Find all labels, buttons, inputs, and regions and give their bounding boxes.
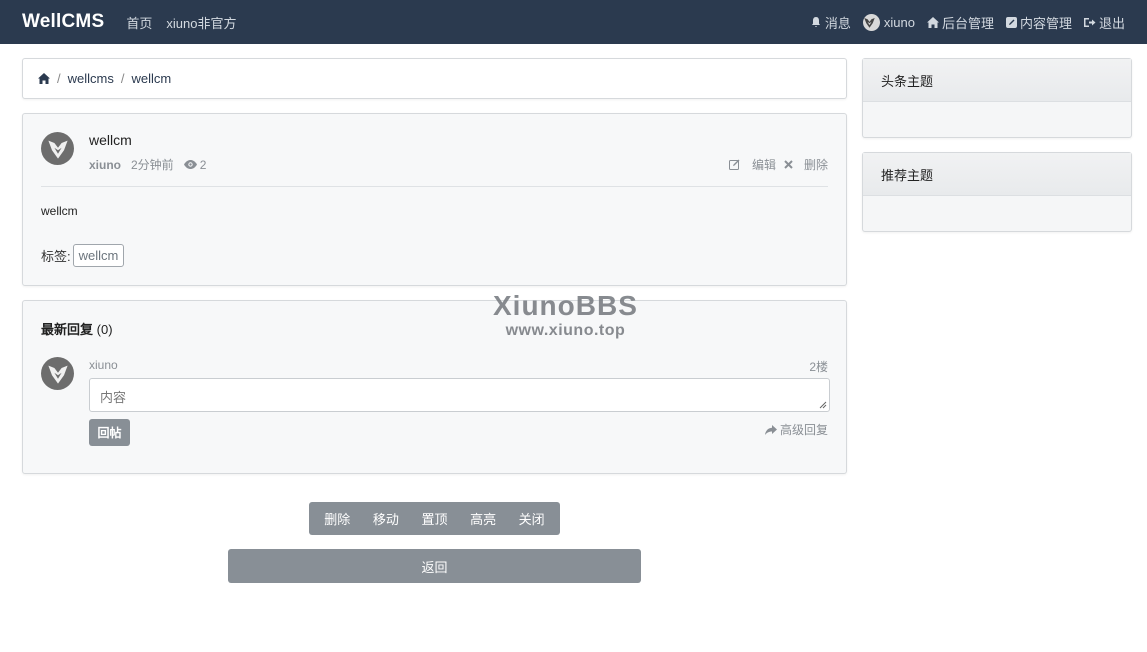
mod-pin-button[interactable]: 置顶 [421, 509, 447, 528]
post-card: wellcm xiuno 2分钟前 2 编辑 删除 wellcm 标签: wel… [22, 113, 847, 286]
post-divider [41, 186, 828, 187]
home-icon[interactable] [38, 73, 50, 84]
share-arrow-icon [764, 424, 777, 435]
breadcrumb: / wellcms / wellcm [22, 58, 847, 99]
sign-out-icon [1083, 17, 1096, 27]
delete-button[interactable]: 删除 [784, 156, 828, 173]
post-body: wellcm [41, 204, 78, 218]
close-icon [784, 160, 793, 169]
back-button[interactable]: 返回 [228, 549, 641, 583]
post-title: wellcm [89, 132, 132, 148]
mod-close-button[interactable]: 关闭 [519, 509, 545, 528]
edit-label: 编辑 [751, 158, 776, 172]
tag-item[interactable]: wellcm [72, 244, 125, 267]
nav-messages[interactable]: 消息 [810, 13, 851, 32]
breadcrumb-item-wellcm[interactable]: wellcm [131, 71, 171, 86]
breadcrumb-separator: / [57, 71, 61, 86]
brand-logo[interactable]: WellCMS [22, 11, 104, 33]
reply-title-label: 最新回复 [41, 322, 94, 337]
reply-section-title: 最新回复 (0) [41, 319, 113, 338]
bell-icon [811, 17, 820, 27]
submit-reply-button[interactable]: 回帖 [89, 419, 130, 446]
top-navbar: WellCMS 首页 xiuno非官方 消息 xiuno 后台管理 内容管理 退… [0, 0, 1147, 44]
post-actions: 编辑 删除 [721, 156, 828, 173]
reply-floor: 2楼 [809, 360, 828, 374]
reply-avatar[interactable] [41, 357, 74, 390]
nav-admin-label: 后台管理 [941, 15, 994, 31]
avatar-logo-icon [47, 365, 68, 384]
reply-placeholder: 内容 [100, 390, 127, 405]
sidebar-recommended-card: 推荐主题 [862, 152, 1132, 232]
home-icon [926, 16, 939, 28]
delete-label: 删除 [803, 158, 828, 172]
post-views-count: 2 [199, 157, 207, 172]
edit-square-icon [1005, 16, 1017, 28]
mod-move-button[interactable]: 移动 [373, 509, 399, 528]
advanced-reply-link[interactable]: 高级回复 [764, 421, 828, 438]
nav-home[interactable]: 首页 [126, 13, 152, 32]
reply-card: 最新回复 (0) xiuno 2楼 内容 回帖 高级回复 [22, 300, 847, 474]
sidebar-headline-card: 头条主题 [862, 58, 1132, 138]
author-avatar[interactable] [41, 132, 74, 165]
avatar-logo-icon [864, 17, 876, 28]
nav-logout-label: 退出 [1098, 15, 1125, 31]
post-author[interactable]: xiuno [89, 158, 121, 172]
user-avatar [862, 13, 880, 31]
sidebar-headline-title: 头条主题 [863, 59, 1131, 102]
eye-icon [183, 160, 197, 169]
breadcrumb-separator: / [120, 71, 125, 86]
nav-content-manage[interactable]: 内容管理 [1005, 13, 1072, 32]
advanced-reply-label: 高级回复 [779, 423, 828, 437]
post-views: 2 [183, 157, 207, 172]
nav-logout[interactable]: 退出 [1083, 13, 1125, 32]
mod-highlight-button[interactable]: 高亮 [470, 509, 496, 528]
nav-messages-label: 消息 [824, 15, 851, 31]
sidebar-recommended-title: 推荐主题 [863, 153, 1131, 196]
nav-content-manage-label: 内容管理 [1019, 15, 1072, 31]
nav-username: xiuno [883, 14, 915, 30]
post-time: 2分钟前 [131, 158, 174, 172]
edit-icon [728, 159, 740, 170]
breadcrumb-item-wellcms[interactable]: wellcms [68, 71, 114, 86]
reply-count: (0) [96, 322, 113, 337]
post-meta: xiuno 2分钟前 2 [89, 156, 206, 173]
resize-grip-icon[interactable] [819, 401, 827, 409]
tags-label: 标签: [41, 249, 71, 264]
nav-xiuno[interactable]: xiuno非官方 [166, 13, 236, 32]
reply-username[interactable]: xiuno [89, 358, 118, 372]
nav-right: 消息 xiuno 后台管理 内容管理 退出 [798, 13, 1125, 32]
mod-delete-button[interactable]: 删除 [324, 509, 350, 528]
reply-textarea[interactable]: 内容 [89, 378, 830, 412]
nav-user[interactable]: xiuno [862, 13, 915, 31]
post-tags: 标签: wellcm [41, 244, 125, 267]
moderation-button-group: 删除 移动 置顶 高亮 关闭 [309, 502, 560, 535]
nav-admin[interactable]: 后台管理 [926, 13, 994, 32]
avatar-logo-icon [47, 140, 68, 159]
edit-button[interactable]: 编辑 [728, 156, 776, 173]
